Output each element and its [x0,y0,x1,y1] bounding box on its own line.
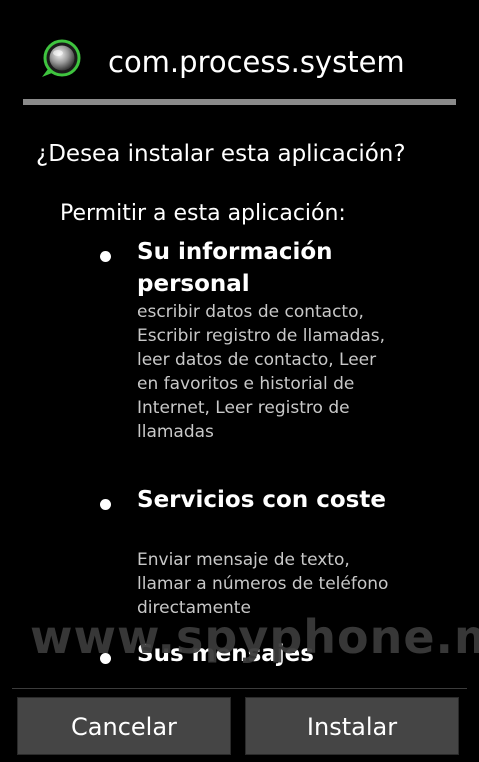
watermark: www.spyphone.me [30,610,479,664]
dialog-header: com.process.system [0,0,479,100]
permission-title: Servicios con coste [137,487,386,513]
permission-title: Su información personal [137,239,333,297]
header-divider [23,99,456,105]
permissions-heading: Permitir a esta aplicación: [60,201,346,226]
permission-description: escribir datos de contacto, Escribir reg… [137,302,386,442]
footer-divider [12,688,467,689]
install-button[interactable]: Instalar [245,697,459,755]
install-dialog: com.process.system ¿Desea instalar esta … [0,0,479,762]
app-title: com.process.system [108,45,405,79]
cancel-button[interactable]: Cancelar [17,697,231,755]
bullet-icon [100,499,111,510]
bullet-icon [100,251,111,262]
install-question: ¿Desea instalar esta aplicación? [36,141,406,167]
app-icon [38,39,82,81]
